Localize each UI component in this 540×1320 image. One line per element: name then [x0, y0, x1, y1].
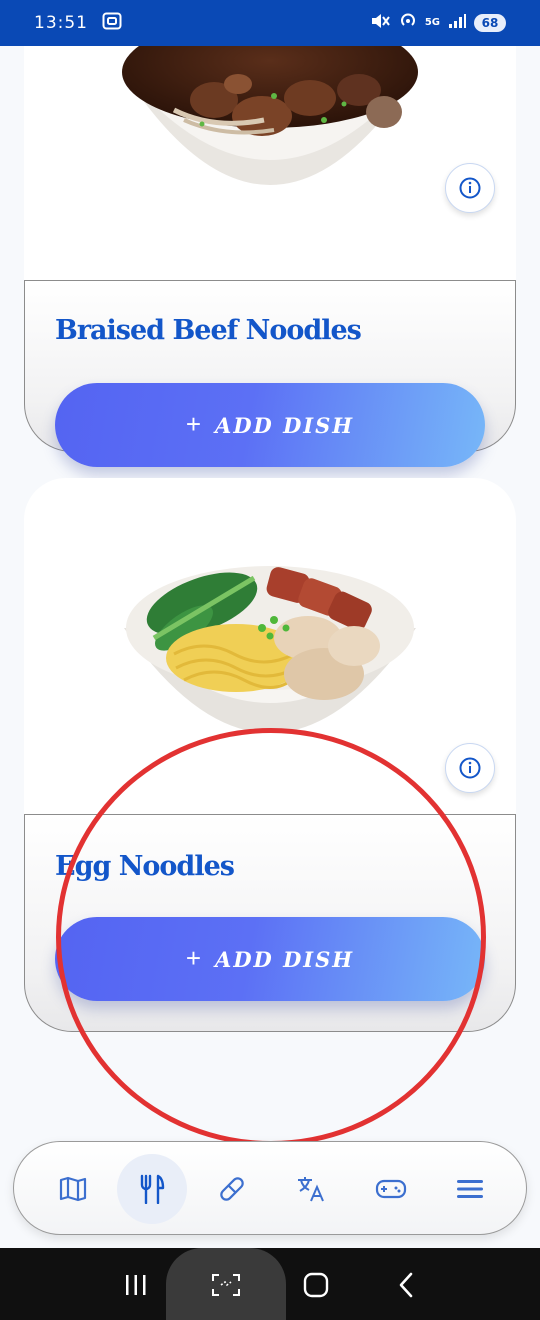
fork-knife-icon — [140, 1174, 165, 1204]
battery-badge: 68 — [474, 14, 506, 32]
dish-card: Egg Noodles + ADD DISH — [24, 478, 516, 1032]
dish-image-area — [24, 46, 516, 282]
info-icon — [459, 757, 481, 779]
add-dish-button[interactable]: + ADD DISH — [55, 917, 485, 1001]
gamepad-icon — [375, 1179, 407, 1199]
back-button[interactable] — [386, 1266, 426, 1304]
signal-icon — [448, 13, 466, 33]
add-dish-button[interactable]: + ADD DISH — [55, 383, 485, 467]
network-type: 5G — [424, 17, 440, 28]
status-time: 13:51 — [34, 13, 88, 33]
dish-info-panel: Egg Noodles + ADD DISH — [24, 814, 516, 1032]
capture-icon — [212, 1274, 240, 1296]
bottom-navigation — [13, 1141, 527, 1235]
hotspot-icon — [399, 12, 417, 34]
translate-icon — [298, 1177, 324, 1202]
dish-info-panel: Braised Beef Noodles + ADD DISH — [24, 280, 516, 467]
mute-icon — [371, 13, 391, 33]
add-dish-label: ADD DISH — [215, 412, 355, 438]
info-icon — [459, 177, 481, 199]
nav-translate[interactable] — [276, 1154, 346, 1224]
plus-icon: + — [185, 408, 202, 439]
home-icon — [303, 1272, 329, 1298]
map-icon — [59, 1176, 87, 1202]
nav-menu[interactable] — [435, 1154, 505, 1224]
nav-food[interactable] — [117, 1154, 187, 1224]
nav-map[interactable] — [38, 1154, 108, 1224]
pill-icon — [220, 1177, 244, 1201]
plus-icon: + — [185, 942, 202, 973]
dish-info-button[interactable] — [445, 163, 495, 213]
back-icon — [399, 1272, 413, 1298]
dish-card: Braised Beef Noodles + ADD DISH — [24, 46, 516, 467]
menu-icon — [457, 1180, 483, 1198]
nav-games[interactable] — [356, 1154, 426, 1224]
home-button[interactable] — [296, 1266, 336, 1304]
dish-info-button[interactable] — [445, 743, 495, 793]
screenshot-icon — [102, 12, 122, 34]
beef-noodle-bowl-image — [122, 46, 418, 185]
add-dish-label: ADD DISH — [215, 946, 355, 972]
recent-apps-icon — [126, 1275, 146, 1295]
recent-apps-button[interactable] — [116, 1266, 156, 1304]
screen-capture-button[interactable] — [206, 1266, 246, 1304]
egg-noodle-bowl-image — [124, 566, 416, 733]
status-bar: 13:51 5G 68 — [0, 0, 540, 46]
dish-image-area — [24, 478, 516, 816]
dish-title: Egg Noodles — [55, 851, 235, 882]
dish-title: Braised Beef Noodles — [55, 315, 362, 346]
nav-pharmacy[interactable] — [197, 1154, 267, 1224]
dish-list[interactable]: Braised Beef Noodles + ADD DISH Egg Nood… — [0, 46, 540, 1248]
